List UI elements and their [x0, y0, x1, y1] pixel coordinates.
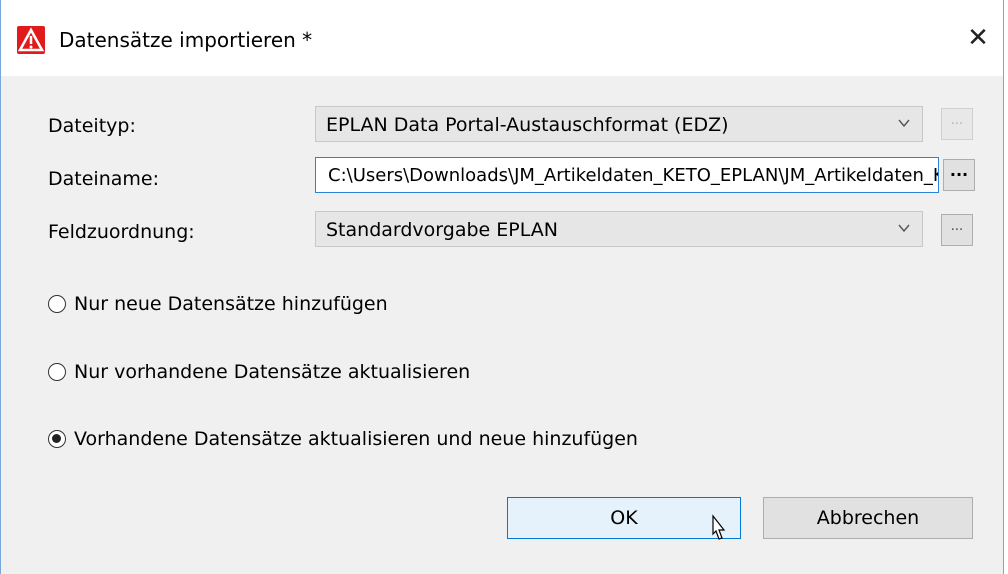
- mapping-browse-button[interactable]: ...: [941, 214, 973, 246]
- filetype-value: EPLAN Data Portal-Austauschformat (EDZ): [326, 114, 729, 136]
- import-dialog: Datensätze importieren * ✕ Dateityp: EPL…: [0, 0, 1004, 574]
- filename-label: Dateiname:: [48, 168, 159, 190]
- title-bar: Datensätze importieren * ✕: [1, 0, 1003, 76]
- filetype-label: Dateityp:: [48, 115, 136, 137]
- filename-browse-button[interactable]: ...: [943, 159, 975, 191]
- filetype-browse-button[interactable]: ...: [941, 108, 973, 140]
- radio-button-checked[interactable]: [48, 430, 66, 448]
- mapping-label: Feldzuordnung:: [48, 221, 195, 243]
- chevron-down-icon: [898, 119, 910, 128]
- option-label: Vorhandene Datensätze aktualisieren und …: [74, 428, 638, 450]
- radio-button[interactable]: [48, 295, 66, 313]
- close-button[interactable]: ✕: [953, 14, 1003, 62]
- mouse-pointer-icon: [712, 514, 726, 540]
- option-label: Nur neue Datensätze hinzufügen: [74, 293, 388, 315]
- ok-button[interactable]: OK: [507, 497, 741, 539]
- close-icon: ✕: [967, 23, 989, 53]
- mapping-select[interactable]: Standardvorgabe EPLAN: [315, 211, 923, 247]
- option-label: Nur vorhandene Datensätze aktualisieren: [74, 361, 471, 383]
- cancel-button[interactable]: Abbrechen: [763, 497, 973, 539]
- radio-button[interactable]: [48, 363, 66, 381]
- window-title: Datensätze importieren *: [59, 28, 313, 52]
- chevron-down-icon: [898, 224, 910, 233]
- eplan-warning-icon: [17, 26, 45, 54]
- filename-input[interactable]: C:\Users\Downloads\JM_Artikeldaten_KETO_…: [315, 157, 939, 193]
- filetype-select[interactable]: EPLAN Data Portal-Austauschformat (EDZ): [315, 106, 923, 142]
- filename-value: C:\Users\Downloads\JM_Artikeldaten_KETO_…: [328, 165, 938, 186]
- mapping-value: Standardvorgabe EPLAN: [326, 219, 558, 241]
